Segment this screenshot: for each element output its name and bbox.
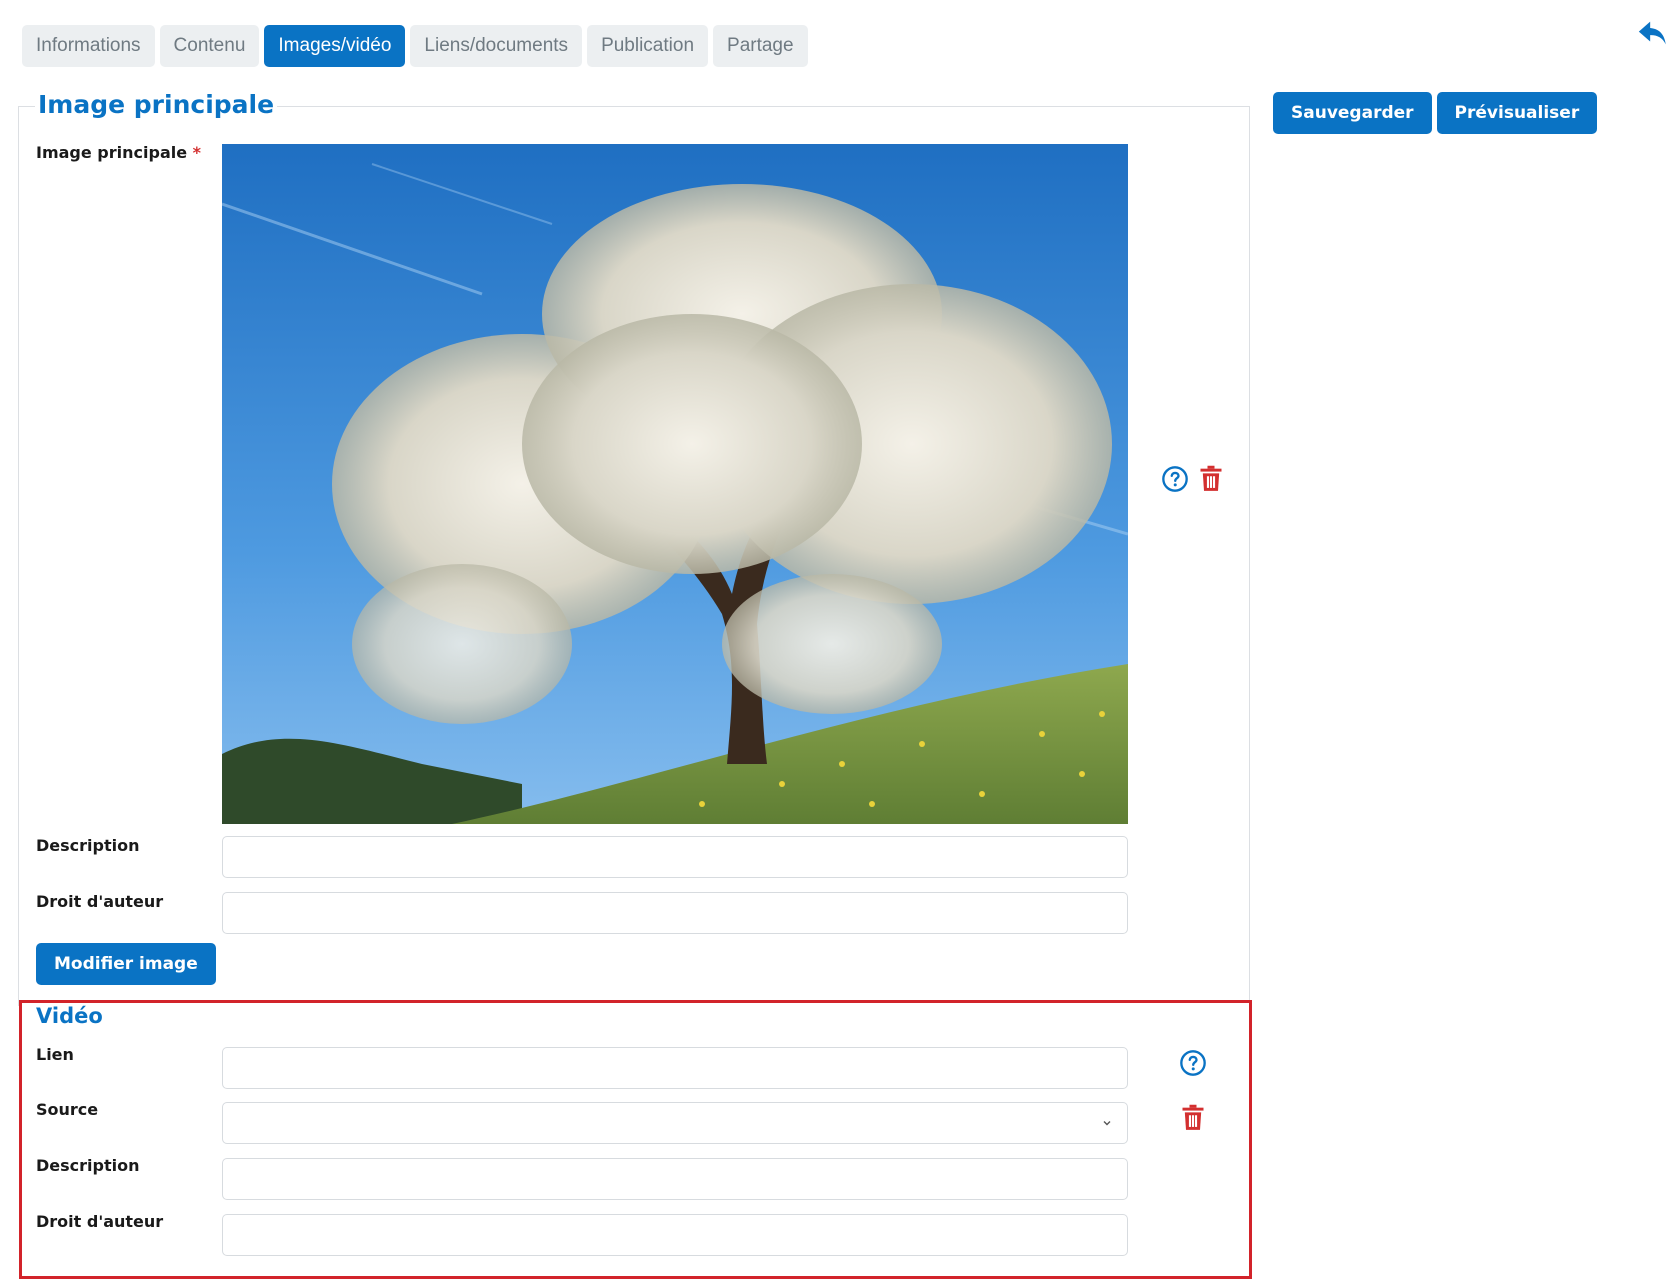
tab-informations[interactable]: Informations xyxy=(22,25,155,67)
help-icon[interactable] xyxy=(1161,465,1189,493)
main-image-label-text: Image principale xyxy=(36,143,188,162)
tab-publication[interactable]: Publication xyxy=(587,25,709,67)
tab-liens-documents[interactable]: Liens/documents xyxy=(410,25,583,67)
required-marker: * xyxy=(192,143,202,162)
trash-icon[interactable] xyxy=(1179,1103,1207,1131)
section-title-main-image: Image principale xyxy=(35,90,278,119)
video-link-input[interactable] xyxy=(222,1047,1128,1089)
modify-image-button[interactable]: Modifier image xyxy=(36,943,216,985)
reply-arrow-icon[interactable] xyxy=(1636,16,1670,50)
video-description-label: Description xyxy=(36,1156,140,1175)
tab-bar: Informations Contenu Images/vidéo Liens/… xyxy=(22,25,808,67)
image-copyright-input[interactable] xyxy=(222,892,1128,934)
video-source-label: Source xyxy=(36,1100,99,1119)
tab-partage[interactable]: Partage xyxy=(713,25,808,67)
chevron-down-icon xyxy=(1103,1121,1111,1126)
video-description-input[interactable] xyxy=(222,1158,1128,1200)
tree-photo xyxy=(222,144,1128,824)
video-copyright-label: Droit d'auteur xyxy=(36,1212,164,1231)
video-section-title: Vidéo xyxy=(36,1004,103,1028)
action-buttons: Sauvegarder Prévisualiser xyxy=(1273,92,1598,134)
trash-icon[interactable] xyxy=(1197,464,1225,492)
video-source-select[interactable] xyxy=(222,1102,1128,1144)
preview-button[interactable]: Prévisualiser xyxy=(1436,92,1598,134)
main-image-preview xyxy=(222,144,1128,824)
image-copyright-label: Droit d'auteur xyxy=(36,892,164,911)
tab-images-video[interactable]: Images/vidéo xyxy=(264,25,406,67)
main-image-label: Image principale * xyxy=(36,143,201,162)
video-link-label: Lien xyxy=(36,1045,74,1064)
image-description-input[interactable] xyxy=(222,836,1128,878)
video-copyright-input[interactable] xyxy=(222,1214,1128,1256)
tab-contenu[interactable]: Contenu xyxy=(159,25,260,67)
save-button[interactable]: Sauvegarder xyxy=(1273,92,1432,134)
help-icon[interactable] xyxy=(1179,1049,1207,1077)
image-description-label: Description xyxy=(36,836,140,855)
